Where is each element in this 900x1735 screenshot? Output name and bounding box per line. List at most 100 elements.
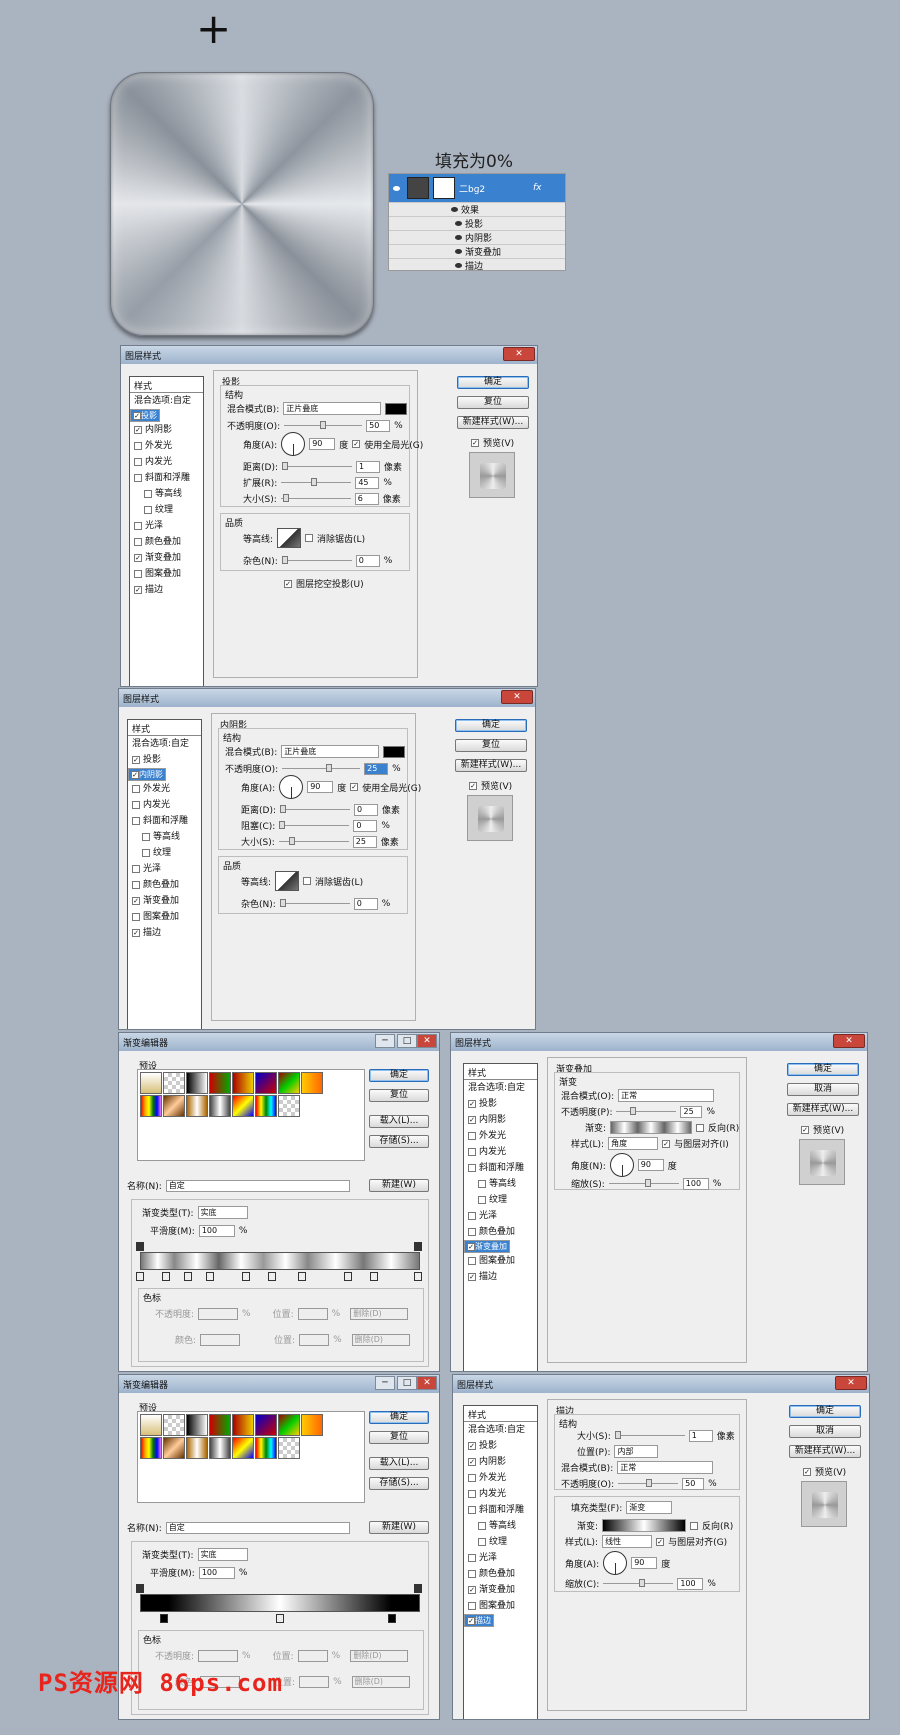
noise-input[interactable]: 0 — [353, 897, 378, 910]
style-item[interactable]: 光泽 — [464, 1208, 537, 1224]
spread-input[interactable]: 45 — [355, 476, 380, 489]
style-item[interactable]: 混合选项:自定 — [464, 1422, 537, 1438]
style-item[interactable]: ✓渐变叠加 — [464, 1582, 537, 1598]
style-item[interactable]: 纹理 — [128, 845, 201, 861]
opacity-input[interactable]: 50 — [366, 419, 391, 432]
antialias-checkbox[interactable]: 消除锯齿(L) — [315, 875, 363, 888]
color-swatch[interactable] — [383, 745, 406, 758]
angle-dial[interactable] — [609, 1153, 634, 1177]
style-item[interactable]: ✓投影 — [464, 1438, 537, 1454]
style-item[interactable]: 光泽 — [128, 861, 201, 877]
angle-dial[interactable] — [279, 775, 304, 799]
style-item[interactable]: 图案叠加 — [128, 909, 201, 925]
scale-slider[interactable] — [603, 1579, 674, 1587]
gradient-bar[interactable] — [140, 1252, 420, 1270]
position-select[interactable]: 内部 — [614, 1445, 659, 1458]
style-item[interactable]: 内发光 — [464, 1144, 537, 1160]
reverse-checkbox[interactable]: 反向(R) — [708, 1121, 739, 1134]
opacity-stop[interactable] — [414, 1584, 422, 1593]
gradient-picker[interactable] — [610, 1121, 693, 1134]
ok-button[interactable]: 确定 — [455, 719, 527, 732]
blend-select[interactable]: 正常 — [618, 1089, 715, 1102]
style-select[interactable]: 角度 — [608, 1137, 659, 1150]
style-item[interactable]: 内发光 — [464, 1486, 537, 1502]
opacity-input[interactable]: 25 — [364, 762, 389, 775]
align-checkbox[interactable]: 与图层对齐(G) — [668, 1535, 727, 1548]
color-stop[interactable] — [298, 1272, 306, 1281]
style-item[interactable]: 图案叠加 — [464, 1598, 537, 1614]
style-item[interactable]: 斜面和浮雕 — [130, 470, 203, 486]
preview-checkbox[interactable]: ✓ 预览(V) — [801, 1123, 844, 1136]
color-stop[interactable] — [136, 1272, 144, 1281]
size-input[interactable]: 1 — [688, 1429, 713, 1442]
angle-input[interactable]: 90 — [631, 1557, 658, 1569]
style-item[interactable]: 外发光 — [128, 781, 201, 797]
new-style-button[interactable]: 新建样式(W)... — [787, 1103, 859, 1116]
smooth-input[interactable]: 100 — [198, 1224, 235, 1237]
presets-grid[interactable] — [137, 1069, 365, 1161]
size-input[interactable]: 25 — [352, 835, 377, 848]
contour-picker[interactable] — [275, 871, 300, 891]
choke-slider[interactable] — [279, 821, 350, 829]
style-item[interactable]: ✓内阴影 — [464, 1454, 537, 1470]
color-stop[interactable] — [242, 1272, 250, 1281]
align-checkbox[interactable]: 与图层对齐(I) — [674, 1137, 729, 1150]
contour-picker[interactable] — [277, 528, 302, 548]
size-input[interactable]: 6 — [354, 492, 379, 505]
color-stop[interactable] — [206, 1272, 214, 1281]
reverse-checkbox[interactable]: 反向(R) — [702, 1519, 733, 1532]
preview-checkbox[interactable]: ✓ 预览(V) — [803, 1465, 846, 1478]
size-slider[interactable] — [278, 837, 349, 845]
antialias-checkbox[interactable]: 消除锯齿(L) — [317, 532, 365, 545]
style-item[interactable]: ✓投影 — [464, 1096, 537, 1112]
opacity-stop[interactable] — [136, 1242, 144, 1251]
name-input[interactable]: 自定 — [165, 1521, 350, 1534]
distance-slider[interactable] — [282, 462, 352, 470]
opacity-input[interactable]: 50 — [682, 1477, 705, 1490]
name-input[interactable]: 自定 — [165, 1179, 350, 1192]
ok-button[interactable]: 确定 — [369, 1069, 429, 1082]
style-item[interactable]: ✓描边 — [128, 925, 201, 941]
spread-slider[interactable] — [281, 478, 352, 486]
load-button[interactable]: 载入(L)... — [369, 1457, 429, 1470]
style-item[interactable]: 光泽 — [464, 1550, 537, 1566]
reset-button[interactable]: 复位 — [369, 1089, 429, 1102]
style-item[interactable]: 斜面和浮雕 — [464, 1502, 537, 1518]
noise-slider[interactable] — [279, 899, 350, 907]
color-stop[interactable] — [184, 1272, 192, 1281]
style-item[interactable]: 纹理 — [464, 1534, 537, 1550]
scale-input[interactable]: 100 — [682, 1177, 709, 1190]
close-icon[interactable]: ✕ — [835, 1376, 867, 1390]
blend-select[interactable]: 正片叠底 — [283, 402, 382, 415]
eye-icon[interactable] — [393, 185, 400, 191]
cancel-button[interactable]: 取消 — [789, 1425, 861, 1438]
global-light-checkbox[interactable]: 使用全局光(G) — [364, 438, 423, 451]
color-stop[interactable] — [268, 1272, 276, 1281]
reset-button[interactable]: 复位 — [457, 396, 529, 409]
save-button[interactable]: 存储(S)... — [369, 1135, 429, 1148]
choke-input[interactable]: 0 — [353, 819, 378, 832]
eye-icon[interactable] — [455, 263, 462, 268]
reset-button[interactable]: 复位 — [455, 739, 527, 752]
effect-item[interactable]: 投影 — [389, 216, 565, 230]
style-item[interactable]: 外发光 — [464, 1128, 537, 1144]
style-item[interactable]: 纹理 — [464, 1192, 537, 1208]
close-icon[interactable]: ✕ — [501, 690, 533, 704]
angle-input[interactable]: 90 — [637, 1159, 664, 1171]
style-item[interactable]: ✓渐变叠加 — [128, 893, 201, 909]
style-item[interactable]: 光泽 — [130, 518, 203, 534]
layer-row[interactable]: 二bg2 fx — [389, 174, 565, 202]
new-button[interactable]: 新建(W) — [369, 1521, 429, 1534]
color-stop[interactable] — [160, 1614, 168, 1623]
eye-icon[interactable] — [455, 221, 462, 226]
effect-item[interactable]: 渐变叠加 — [389, 244, 565, 258]
style-item[interactable]: 颜色叠加 — [464, 1566, 537, 1582]
opacity-slider[interactable] — [616, 1107, 677, 1115]
style-item[interactable]: 等高线 — [464, 1518, 537, 1534]
noise-input[interactable]: 0 — [355, 554, 380, 567]
distance-slider[interactable] — [280, 805, 350, 813]
color-swatch[interactable] — [385, 402, 408, 415]
smooth-input[interactable]: 100 — [198, 1566, 235, 1579]
style-item[interactable]: ✓描边 — [464, 1269, 537, 1285]
presets-grid[interactable] — [137, 1411, 365, 1503]
